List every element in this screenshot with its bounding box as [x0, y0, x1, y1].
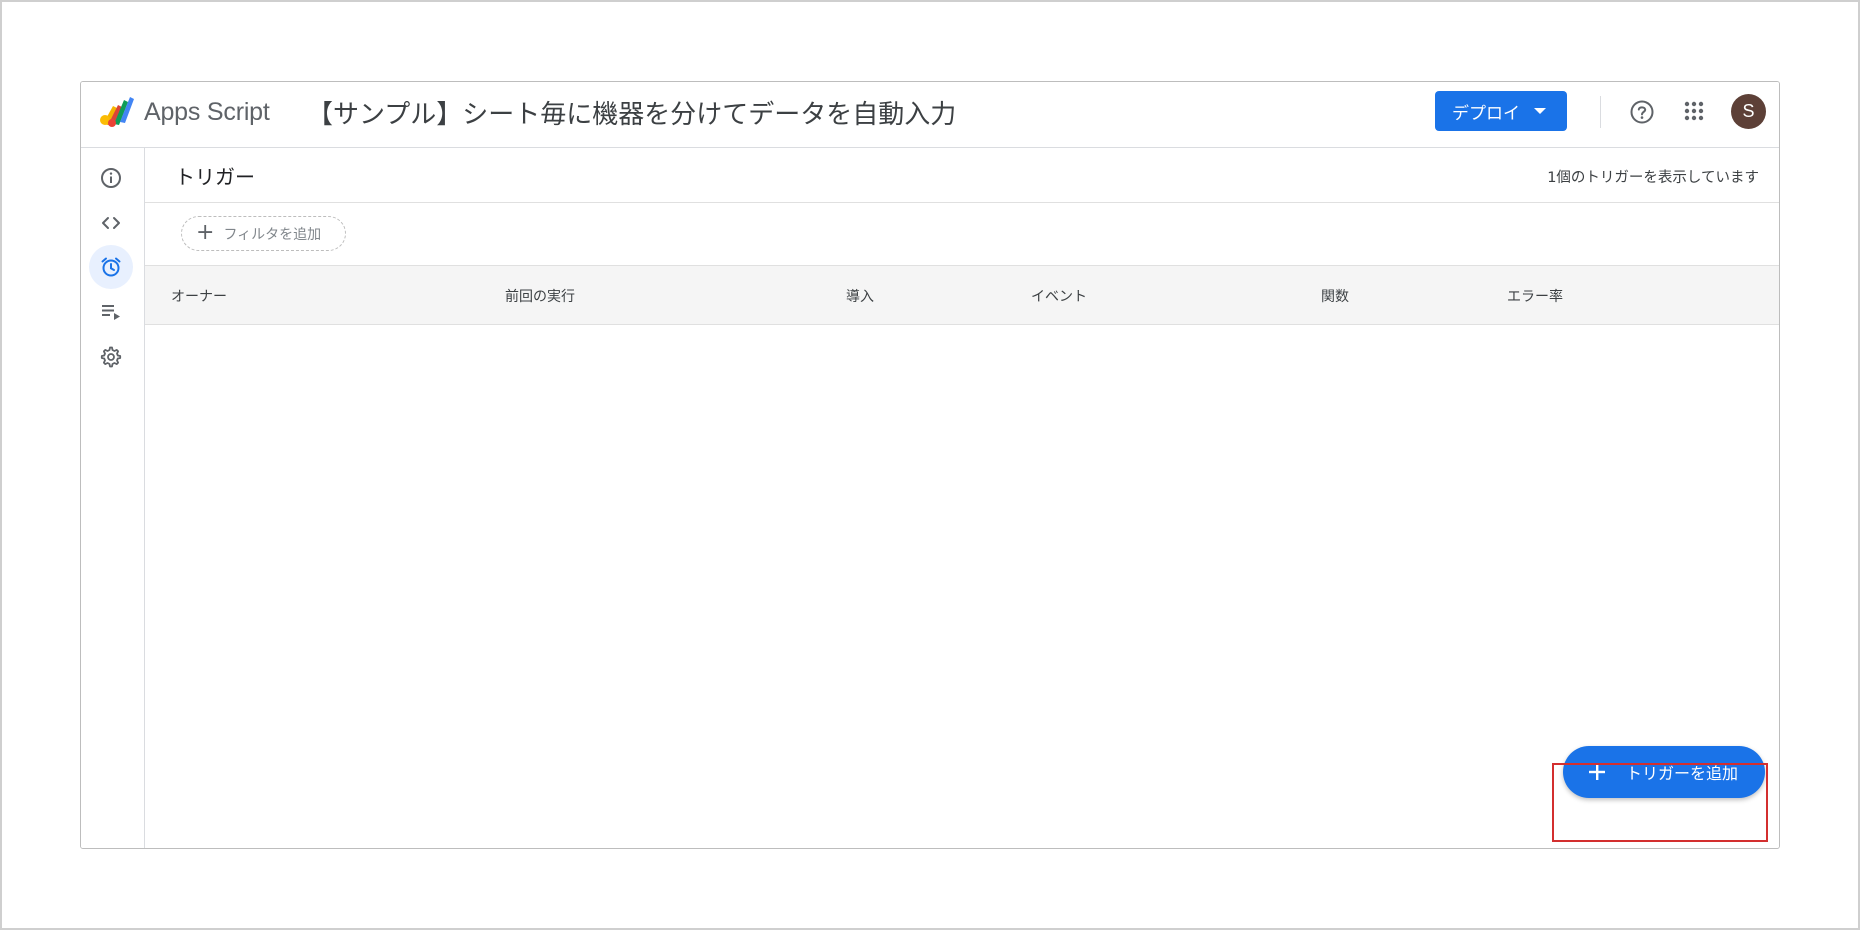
sidebar-item-editor[interactable]	[89, 201, 133, 245]
triggers-panel: トリガー 1個のトリガーを表示しています + フィルタを追加 オーナー 前回の実…	[145, 148, 1779, 848]
plus-icon	[1589, 764, 1605, 780]
column-header-last-run[interactable]: 前回の実行	[505, 286, 575, 306]
app-name: Apps Script	[144, 98, 270, 126]
trigger-count: 1個のトリガーを表示しています	[1547, 170, 1759, 186]
executions-icon	[102, 305, 120, 320]
deploy-button[interactable]: デプロイ	[1435, 91, 1567, 131]
sidebar-item-overview[interactable]	[89, 156, 133, 200]
caret-down-icon	[1534, 108, 1546, 114]
apps-script-window: Apps Script 【サンプル】シート毎に機器を分けてデータを自動入力 デプ…	[80, 81, 1780, 849]
left-nav	[81, 148, 145, 848]
gear-icon	[100, 346, 122, 368]
help-icon[interactable]	[1628, 98, 1656, 126]
column-header-deployment[interactable]: 導入	[846, 286, 874, 306]
sidebar-item-triggers[interactable]	[89, 245, 133, 289]
sidebar-item-executions[interactable]	[89, 290, 133, 334]
top-bar: Apps Script 【サンプル】シート毎に機器を分けてデータを自動入力 デプ…	[81, 82, 1779, 148]
page-title: トリガー	[175, 165, 255, 189]
column-header-function[interactable]: 関数	[1321, 286, 1349, 306]
add-filter-button[interactable]: + フィルタを追加	[181, 216, 346, 251]
alarm-clock-icon	[101, 257, 121, 277]
table-header: オーナー 前回の実行 導入 イベント 関数 エラー率	[145, 265, 1779, 325]
deploy-button-label: デプロイ	[1452, 103, 1520, 124]
header-divider	[1600, 96, 1601, 128]
filter-bar: + フィルタを追加	[145, 203, 1779, 265]
page-header: トリガー 1個のトリガーを表示しています	[145, 148, 1779, 203]
project-title[interactable]: 【サンプル】シート毎に機器を分けてデータを自動入力	[307, 94, 956, 131]
column-header-error-rate[interactable]: エラー率	[1507, 286, 1563, 306]
apps-script-logo-icon	[100, 97, 134, 127]
add-trigger-button[interactable]: トリガーを追加	[1563, 746, 1765, 798]
add-filter-label: フィルタを追加	[223, 226, 322, 243]
sidebar-item-settings[interactable]	[89, 335, 133, 379]
avatar[interactable]: S	[1731, 94, 1766, 129]
code-icon	[102, 217, 120, 229]
add-trigger-label: トリガーを追加	[1626, 764, 1739, 783]
column-header-event[interactable]: イベント	[1031, 286, 1087, 306]
plus-icon: +	[196, 219, 215, 245]
column-header-owner[interactable]: オーナー	[171, 286, 227, 306]
apps-grid-icon[interactable]	[1682, 99, 1706, 123]
table-body	[145, 325, 1779, 848]
info-icon	[101, 168, 121, 188]
